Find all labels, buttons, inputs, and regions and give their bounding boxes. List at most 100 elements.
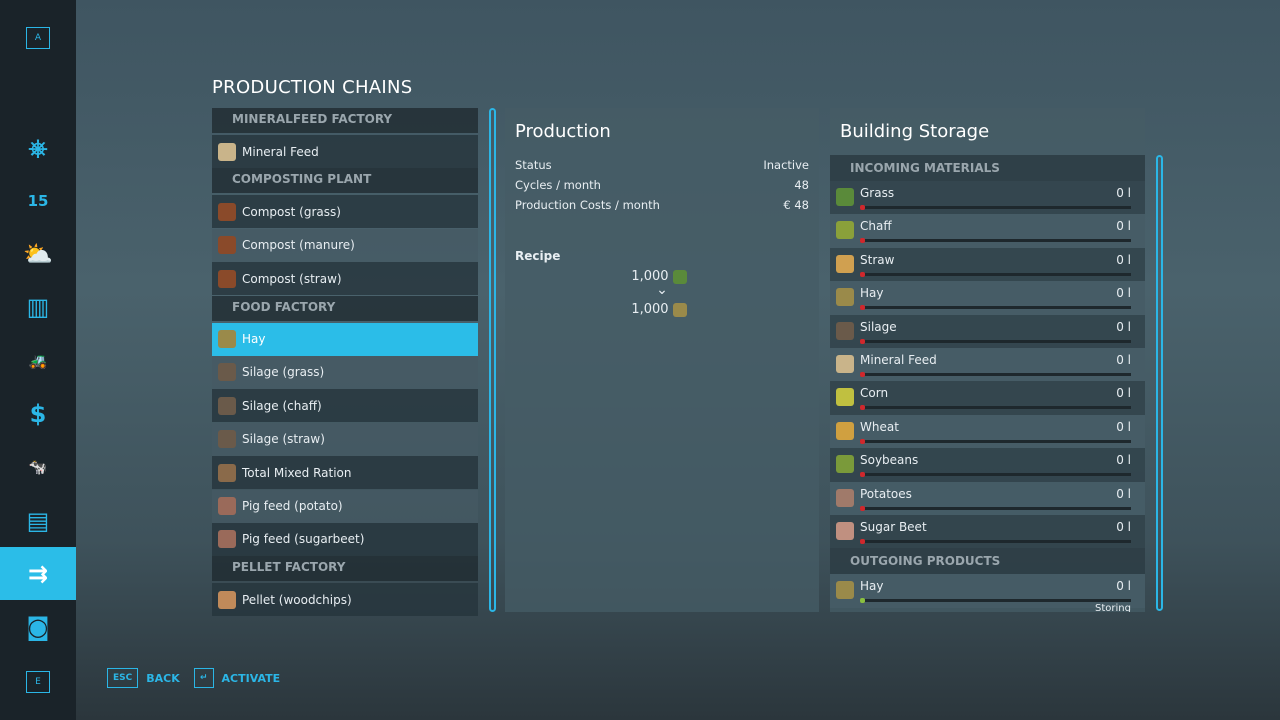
list-item[interactable]: Pig feed (sugarbeet): [212, 522, 478, 556]
fill-type-icon: [218, 202, 236, 221]
fill-level-bar: [860, 205, 1131, 210]
storage-row: Hay 0 l: [830, 281, 1145, 315]
grass-icon: [672, 269, 687, 284]
sidebar-calendar-button[interactable]: 15: [0, 174, 76, 227]
stat-label: Cycles / month: [515, 178, 601, 192]
sidebar-steering-wheel-button[interactable]: ⎈: [0, 121, 76, 174]
material-name: Potatoes: [860, 486, 912, 501]
fill-level-bar: [860, 271, 1131, 277]
list-item[interactable]: Compost (straw): [212, 262, 478, 296]
storage-title: Building Storage: [840, 121, 990, 142]
storage-row: Soybeans 0 l: [830, 448, 1145, 482]
material-amount: 0 l: [1116, 453, 1131, 468]
fill-type-icon: [218, 590, 236, 609]
sidebar-finances-button[interactable]: $: [0, 387, 76, 440]
stat-value: 48: [794, 178, 809, 192]
back-button[interactable]: ESC BACK: [107, 668, 180, 688]
activate-label: ACTIVATE: [221, 671, 281, 685]
finances-icon: $: [29, 399, 47, 428]
fill-type-icon: [218, 497, 236, 516]
material-name: Soybeans: [860, 453, 919, 468]
material-amount: 0 l: [1116, 419, 1131, 434]
list-item-label: Hay: [242, 332, 266, 347]
fill-type-icon: [218, 236, 236, 255]
outgoing-header: OUTGOING PRODUCTS: [830, 548, 1145, 575]
list-item-label: Silage (straw): [242, 432, 325, 447]
fill-type-icon: [218, 396, 236, 415]
hay-icon: [672, 302, 687, 317]
list-item[interactable]: Compost (grass): [212, 195, 478, 229]
sidebar-contracts-button[interactable]: ▤: [0, 494, 76, 547]
category-header: MINERALFEED FACTORY: [212, 108, 478, 133]
output-mode[interactable]: Storing: [1095, 603, 1131, 612]
production-stat-row: Production Costs / month € 48: [505, 195, 819, 215]
recipe-output: 1,000: [505, 302, 819, 317]
key-hint-a: A: [26, 27, 50, 49]
material-name: Silage: [860, 319, 897, 334]
material-amount: 0 l: [1116, 252, 1131, 267]
list-item[interactable]: Pig feed (potato): [212, 489, 478, 523]
list-scrollbar[interactable]: [489, 108, 496, 612]
fill-type-icon: [218, 330, 236, 349]
list-item[interactable]: Hay: [212, 322, 478, 356]
list-item-label: Silage (chaff): [242, 398, 322, 413]
sidebar-production-button[interactable]: ⇉: [0, 547, 76, 600]
fill-level-bar: [860, 472, 1131, 478]
production-panel: Production Status Inactive Cycles / month 4…: [505, 108, 819, 612]
steering-wheel-icon: ⎈: [28, 133, 48, 162]
fill-level-bar: [860, 238, 1131, 244]
building-storage-panel: Building Storage INCOMING MATERIALS Grass…: [830, 108, 1145, 612]
calendar-icon: 15: [27, 191, 49, 210]
list-item[interactable]: Silage (chaff): [212, 389, 478, 423]
contracts-icon: ▤: [26, 506, 50, 535]
tutorial-icon: ◙: [26, 612, 50, 641]
activate-button[interactable]: ↵ ACTIVATE: [194, 668, 280, 688]
list-item-label: Total Mixed Ration: [242, 465, 352, 480]
storage-row: Straw 0 l: [830, 247, 1145, 282]
fill-type-icon: [836, 221, 854, 240]
sidebar-statistics-button[interactable]: ▥: [0, 280, 76, 333]
material-amount: 0 l: [1116, 319, 1131, 334]
back-label: BACK: [146, 671, 180, 685]
fill-type-icon: [218, 363, 236, 382]
stat-value: Inactive: [763, 158, 809, 172]
fill-type-icon: [836, 488, 854, 507]
list-item-label: Compost (straw): [242, 271, 342, 286]
material-name: Wheat: [860, 419, 899, 434]
sidebar-animals-button[interactable]: 🐄: [0, 440, 76, 493]
material-name: Grass: [860, 186, 895, 200]
material-amount: 0 l: [1116, 286, 1131, 301]
list-item-label: Compost (grass): [242, 204, 341, 219]
list-item[interactable]: Silage (straw): [212, 422, 478, 456]
sidebar-tractor-button[interactable]: 🚜: [0, 334, 76, 387]
category-header: COMPOSTING PLANT: [212, 168, 478, 194]
fill-type-icon: [836, 188, 854, 206]
fill-type-icon: [836, 521, 854, 540]
fill-level-bar: [860, 598, 1131, 604]
fill-type-icon: [836, 354, 854, 373]
storage-scrollbar[interactable]: [1156, 155, 1163, 611]
material-name: Hay: [860, 579, 884, 594]
recipe-label: Recipe: [515, 249, 561, 263]
material-amount: 0 l: [1116, 386, 1131, 401]
material-amount: 0 l: [1116, 186, 1131, 200]
fill-type-icon: [218, 142, 236, 161]
storage-row: Corn 0 l: [830, 381, 1145, 415]
list-item[interactable]: Silage (grass): [212, 355, 478, 389]
stat-label: Status: [515, 158, 552, 172]
sidebar-tutorial-button[interactable]: ◙: [0, 600, 76, 653]
fill-level-bar: [860, 305, 1131, 311]
fill-type-icon: [218, 430, 236, 449]
list-item[interactable]: Mineral Feed: [212, 135, 478, 168]
stat-value: € 48: [783, 198, 809, 212]
animals-icon: 🐄: [28, 457, 48, 476]
list-item[interactable]: Pellet (woodchips): [212, 583, 478, 617]
sidebar-weather-button[interactable]: ⛅: [0, 227, 76, 280]
material-name: Chaff: [860, 219, 892, 234]
material-name: Corn: [860, 386, 889, 401]
production-chain-list: MINERALFEED FACTORY Mineral Feed COMPOSTIN…: [212, 108, 478, 617]
list-item[interactable]: Compost (manure): [212, 228, 478, 262]
storage-row: Potatoes 0 l: [830, 481, 1145, 515]
list-item-label: Silage (grass): [242, 365, 325, 380]
list-item[interactable]: Total Mixed Ration: [212, 456, 478, 490]
